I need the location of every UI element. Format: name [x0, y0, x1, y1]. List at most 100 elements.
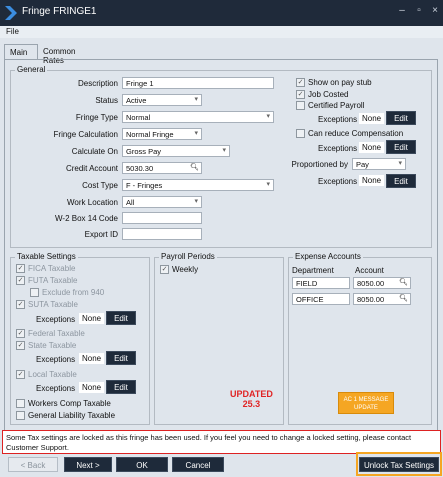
fringe-type-value: Normal	[126, 113, 151, 122]
reduce-comp-edit-button[interactable]: Edit	[386, 140, 416, 154]
status-label: Status	[95, 96, 118, 105]
checkbox-empty-icon	[16, 399, 25, 408]
ok-button[interactable]: OK	[116, 457, 168, 472]
cost-type-select[interactable]: F - Fringes	[122, 179, 274, 191]
proportioned-exceptions-edit-button[interactable]: Edit	[386, 174, 416, 188]
workers-comp-taxable-label: Workers Comp Taxable	[28, 399, 111, 408]
futa-taxable-checkbox[interactable]: ✓ FUTA Taxable	[16, 276, 78, 285]
fringe-calculation-label: Fringe Calculation	[53, 130, 118, 139]
status-select[interactable]: Active	[122, 94, 202, 106]
certified-exceptions-edit-button[interactable]: Edit	[386, 111, 416, 125]
search-icon[interactable]: 🔍︎	[399, 278, 408, 286]
export-id-label: Export ID	[84, 230, 118, 239]
checkbox-empty-icon	[30, 288, 39, 297]
menu-file[interactable]: File	[6, 27, 19, 36]
maximize-button[interactable]: ▫	[412, 5, 426, 16]
work-location-label: Work Location	[67, 198, 118, 207]
checkbox-empty-icon	[296, 101, 305, 110]
state-exceptions-edit-button[interactable]: Edit	[106, 351, 136, 365]
minimize-button[interactable]: –	[395, 5, 409, 16]
calculate-on-value: Gross Pay	[126, 147, 162, 156]
exceptions-label: Exceptions	[36, 384, 76, 393]
exceptions-value: None	[79, 313, 105, 324]
checkbox-checked-icon: ✓	[16, 341, 25, 350]
fringe-calculation-select[interactable]: Normal Fringe	[122, 128, 202, 140]
expense-department-office[interactable]: OFFICE	[292, 293, 350, 305]
proportioned-by-value: Pay	[356, 160, 369, 169]
local-taxable-label: Local Taxable	[28, 370, 77, 379]
expense-account-value: 8050.00	[357, 295, 385, 304]
exceptions-value: None	[359, 113, 385, 124]
work-location-value: All	[126, 198, 135, 207]
description-input[interactable]: Fringe 1	[122, 77, 274, 89]
proportioned-by-select[interactable]: Pay	[352, 158, 406, 170]
tab-common-rates[interactable]: Common Rates	[38, 44, 100, 65]
checkbox-checked-icon: ✓	[16, 370, 25, 379]
local-taxable-checkbox[interactable]: ✓ Local Taxable	[16, 370, 77, 379]
workers-comp-taxable-checkbox[interactable]: Workers Comp Taxable	[16, 399, 111, 408]
suta-taxable-checkbox[interactable]: ✓ SUTA Taxable	[16, 300, 78, 309]
expense-account-value: 8050.00	[357, 279, 385, 288]
close-button[interactable]: ×	[428, 5, 442, 16]
checkbox-checked-icon: ✓	[296, 90, 305, 99]
export-id-input[interactable]	[122, 228, 202, 240]
updated-annotation: UPDATED 25.3	[230, 389, 273, 409]
weekly-checkbox[interactable]: ✓ Weekly	[160, 265, 198, 274]
exceptions-value: None	[79, 382, 105, 393]
checkbox-checked-icon: ✓	[160, 265, 169, 274]
state-taxable-label: State Taxable	[28, 341, 77, 350]
federal-taxable-label: Federal Taxable	[28, 329, 85, 338]
show-on-pay-stub-label: Show on pay stub	[308, 78, 372, 87]
department-column-header: Department	[292, 266, 334, 275]
certified-payroll-checkbox[interactable]: Certified Payroll	[296, 101, 364, 110]
status-value: Active	[126, 96, 147, 105]
expense-account-field[interactable]: 8050.00 🔍︎	[353, 277, 411, 289]
w2-box14-input[interactable]	[122, 212, 202, 224]
expense-department-field[interactable]: FIELD	[292, 277, 350, 289]
state-taxable-checkbox[interactable]: ✓ State Taxable	[16, 341, 76, 350]
search-icon[interactable]: 🔍︎	[399, 294, 408, 302]
tab-main[interactable]: Main	[4, 44, 38, 60]
show-on-pay-stub-checkbox[interactable]: ✓ Show on pay stub	[296, 78, 372, 87]
version-text: 25.3	[242, 399, 261, 409]
locked-settings-notice: Some Tax settings are locked as this fri…	[2, 430, 441, 454]
exceptions-value: None	[79, 353, 105, 364]
expense-account-office[interactable]: 8050.00 🔍︎	[353, 293, 411, 305]
job-costed-checkbox[interactable]: ✓ Job Costed	[296, 90, 348, 99]
certified-payroll-label: Certified Payroll	[308, 101, 365, 110]
credit-account-input[interactable]: 5030.30 🔍︎	[122, 162, 202, 174]
credit-account-label: Credit Account	[65, 164, 118, 173]
calculate-on-label: Calculate On	[71, 147, 118, 156]
checkbox-checked-icon: ✓	[16, 329, 25, 338]
federal-taxable-checkbox[interactable]: ✓ Federal Taxable	[16, 329, 85, 338]
fica-taxable-checkbox[interactable]: ✓ FICA Taxable	[16, 264, 75, 273]
work-location-select[interactable]: All	[122, 196, 202, 208]
fica-taxable-label: FICA Taxable	[28, 264, 76, 273]
general-liability-taxable-checkbox[interactable]: General Liability Taxable	[16, 411, 115, 420]
message-callout: AC 1 MESSAGE UPDATE	[338, 392, 394, 414]
calculate-on-select[interactable]: Gross Pay	[122, 145, 230, 157]
checkbox-checked-icon: ✓	[296, 78, 305, 87]
exceptions-value: None	[359, 142, 385, 153]
back-button[interactable]: < Back	[8, 457, 58, 472]
futa-taxable-label: FUTA Taxable	[28, 276, 78, 285]
local-exceptions-edit-button[interactable]: Edit	[106, 380, 136, 394]
general-legend: General	[15, 65, 48, 74]
exceptions-label: Exceptions	[36, 355, 76, 364]
can-reduce-compensation-checkbox[interactable]: Can reduce Compensation	[296, 129, 403, 138]
suta-exceptions-edit-button[interactable]: Edit	[106, 311, 136, 325]
menu-bar	[0, 26, 443, 38]
can-reduce-compensation-label: Can reduce Compensation	[308, 129, 404, 138]
taxable-settings-legend: Taxable Settings	[15, 252, 78, 261]
credit-account-value: 5030.30	[126, 164, 154, 173]
next-button[interactable]: Next >	[64, 457, 112, 472]
cancel-button[interactable]: Cancel	[172, 457, 224, 472]
search-icon[interactable]: 🔍︎	[190, 163, 199, 171]
exclude-from-940-checkbox[interactable]: Exclude from 940	[30, 288, 104, 297]
proportioned-by-label: Proportioned by	[291, 160, 348, 169]
cost-type-label: Cost Type	[82, 181, 118, 190]
checkbox-empty-icon	[296, 129, 305, 138]
fringe-type-label: Fringe Type	[75, 113, 118, 122]
fringe-type-select[interactable]: Normal	[122, 111, 274, 123]
updated-text: UPDATED	[230, 389, 273, 399]
